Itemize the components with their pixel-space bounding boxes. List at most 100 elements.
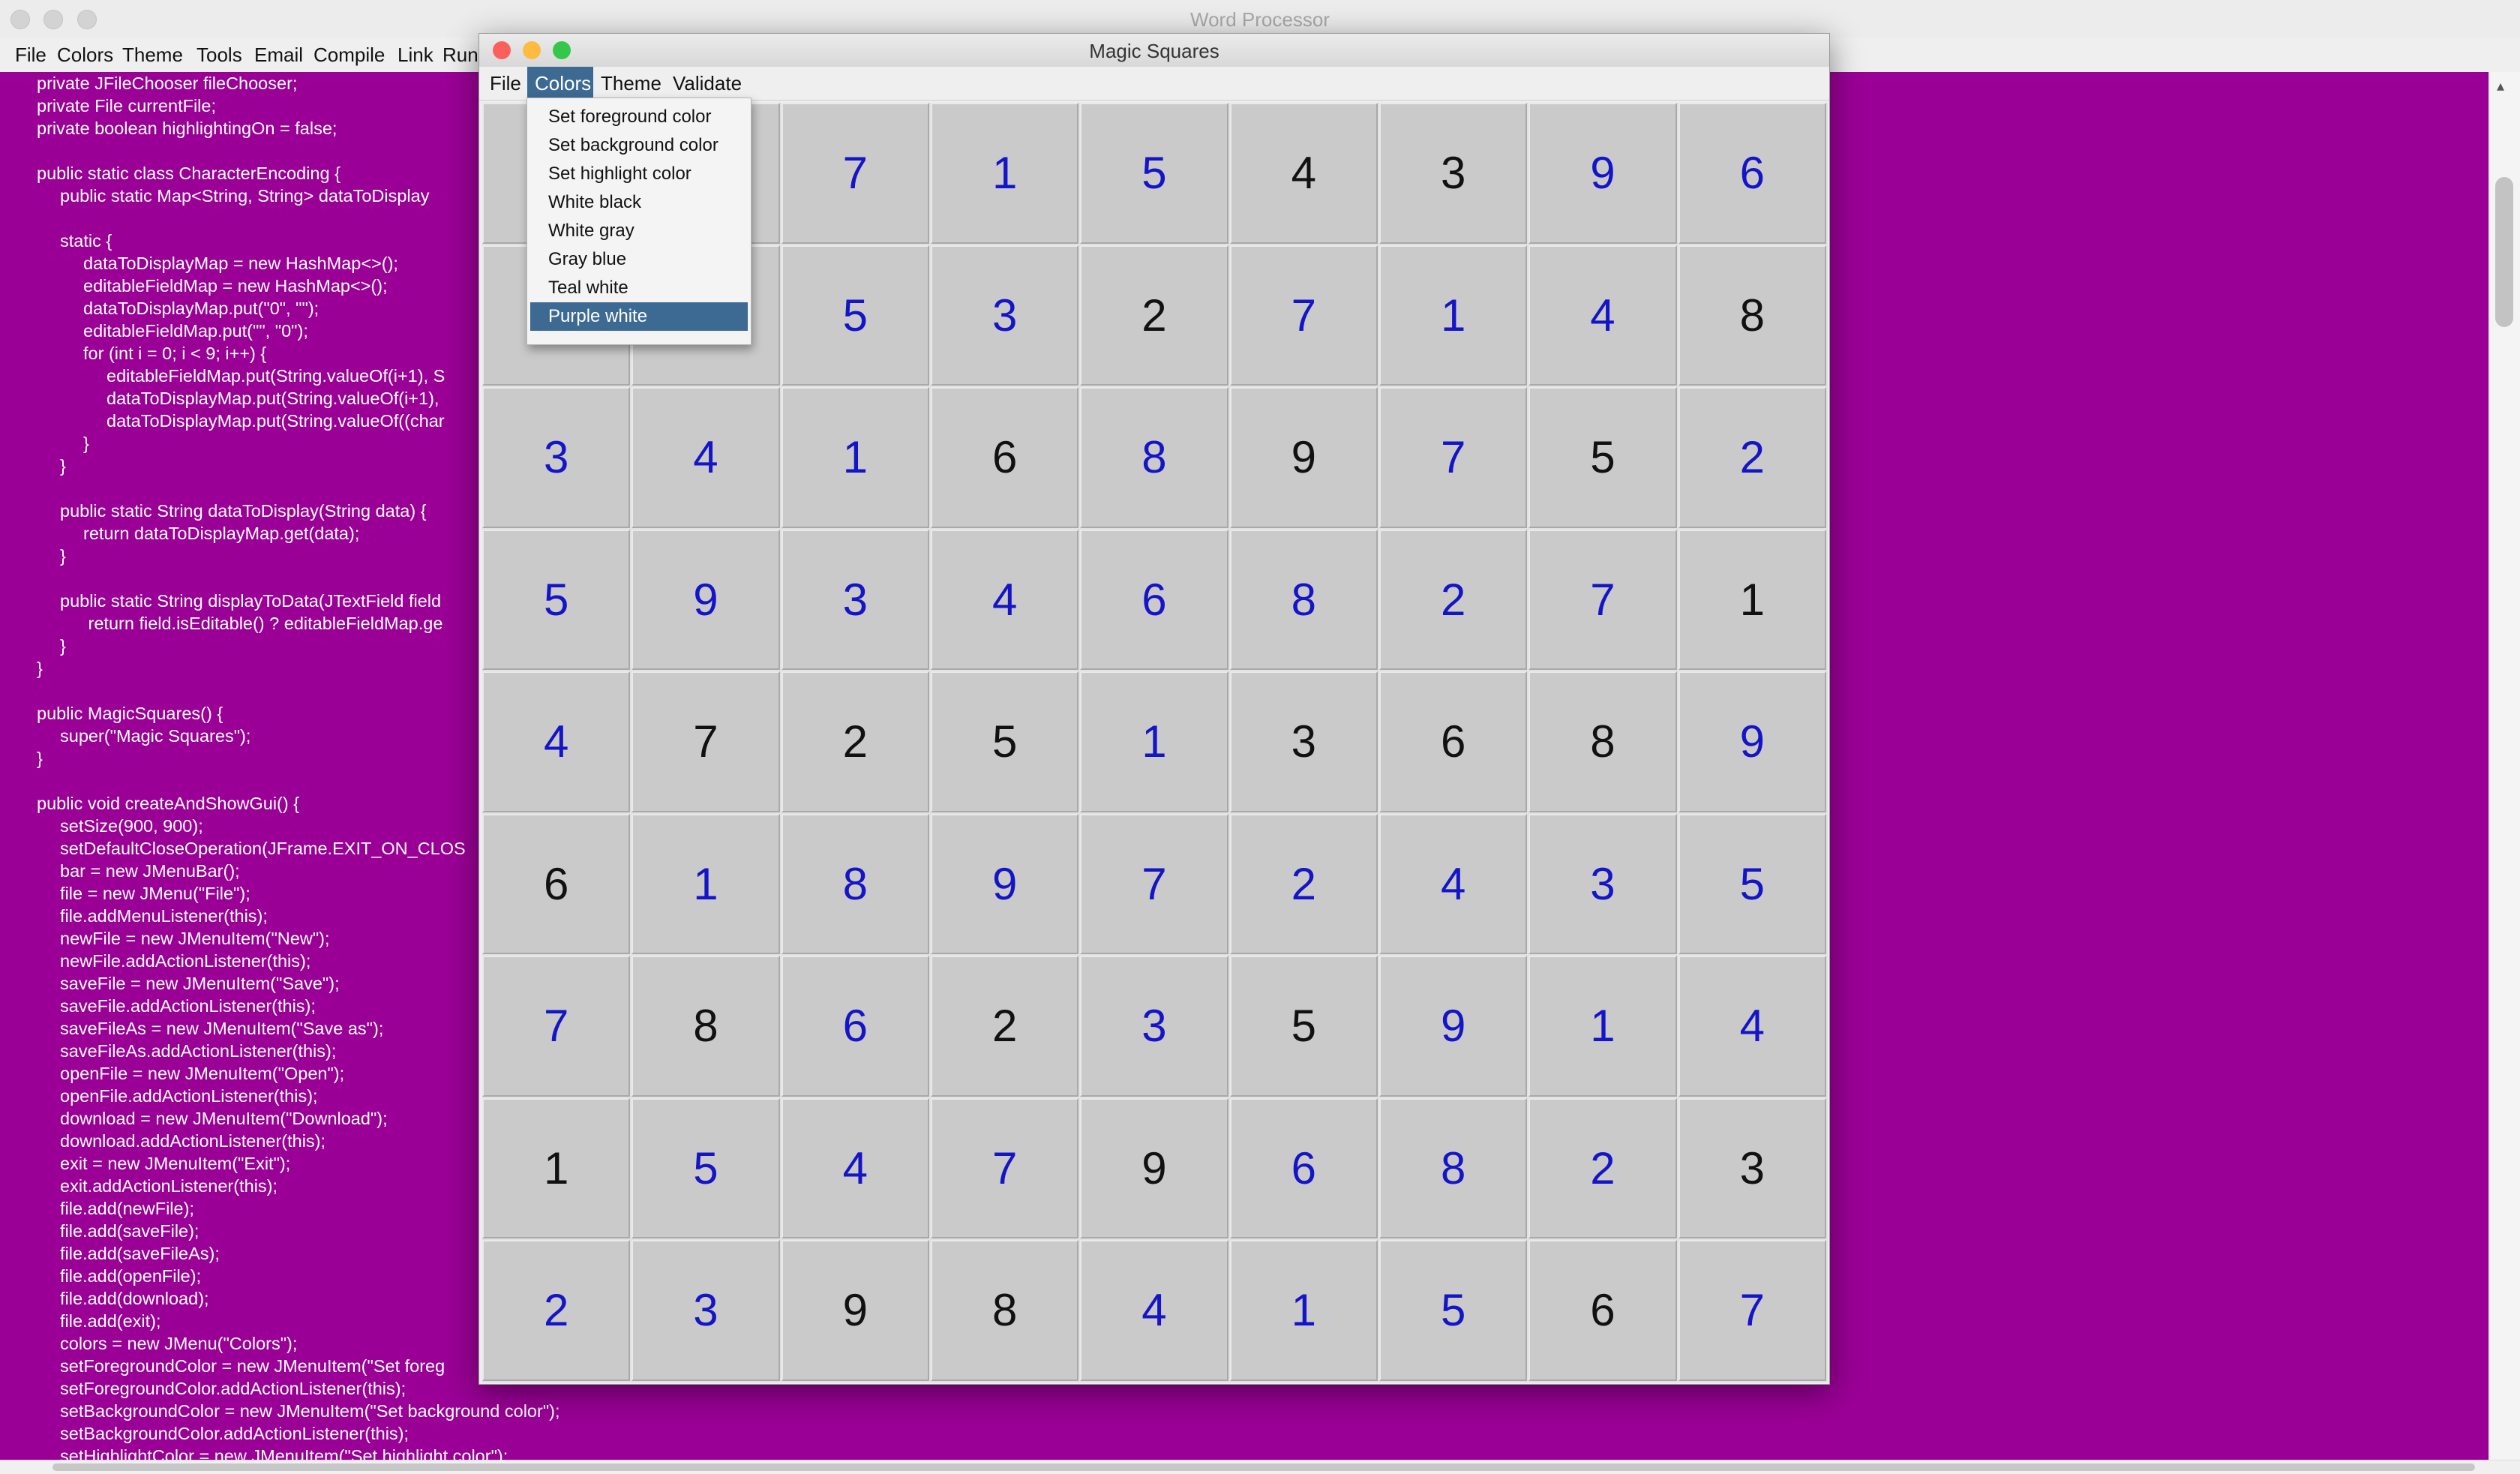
code-line: public static Map<String, String> dataTo… (60, 186, 430, 206)
grid-cell[interactable]: 5 (781, 245, 929, 386)
code-line: saveFileAs.addActionListener(this); (60, 1041, 337, 1061)
grid-cell[interactable]: 7 (930, 1097, 1079, 1238)
grid-cell[interactable]: 2 (1678, 387, 1826, 528)
grid-cell[interactable]: 6 (1678, 103, 1826, 244)
menu-item-gray-blue[interactable]: Gray blue (530, 245, 748, 274)
grid-cell[interactable]: 4 (1080, 1240, 1228, 1381)
grid-cell[interactable]: 4 (482, 671, 631, 812)
grid-cell[interactable]: 5 (632, 1097, 780, 1238)
menu-item-set-foreground-color[interactable]: Set foreground color (530, 103, 748, 131)
grid-cell[interactable]: 3 (1528, 813, 1677, 954)
grid-cell[interactable]: 1 (781, 387, 929, 528)
grid-cell[interactable]: 5 (1678, 813, 1826, 954)
magic-squares-menubar: File Colors Theme Validate (479, 67, 1829, 101)
grid-cell[interactable]: 1 (1229, 1240, 1378, 1381)
grid-cell[interactable]: 6 (781, 956, 929, 1097)
menu-file[interactable]: File (15, 38, 46, 72)
grid-cell[interactable]: 5 (1080, 103, 1228, 244)
code-line: download.addActionListener(this); (60, 1131, 326, 1151)
menu-tools[interactable]: Tools (196, 38, 242, 72)
grid-cell[interactable]: 7 (781, 103, 929, 244)
menu-theme[interactable]: Theme (122, 38, 183, 72)
code-line: download = new JMenuItem("Download"); (60, 1109, 388, 1128)
grid-cell[interactable]: 3 (781, 529, 929, 670)
menu-item-white-gray[interactable]: White gray (530, 217, 748, 245)
menu-colors[interactable]: Colors (57, 38, 113, 72)
grid-cell[interactable]: 8 (1080, 387, 1228, 528)
scrollbar-thumb[interactable] (2495, 177, 2513, 327)
grid-cell[interactable]: 7 (1080, 813, 1228, 954)
menu-item-purple-white[interactable]: Purple white (530, 302, 748, 331)
menu-theme[interactable]: Theme (593, 67, 669, 100)
grid-cell[interactable]: 4 (930, 529, 1079, 670)
scroll-up-icon[interactable]: ▴ (2497, 77, 2504, 95)
grid-cell[interactable]: 2 (1229, 813, 1378, 954)
code-line: newFile.addActionListener(this); (60, 951, 311, 971)
menu-item-set-background-color[interactable]: Set background color (530, 131, 748, 160)
code-line: } (83, 434, 89, 453)
menu-item-set-highlight-color[interactable]: Set highlight color (530, 160, 748, 188)
grid-cell[interactable]: 9 (1528, 103, 1677, 244)
grid-cell[interactable]: 6 (1229, 1097, 1378, 1238)
grid-cell[interactable]: 2 (482, 1240, 631, 1381)
menu-run[interactable]: Run (442, 38, 478, 72)
grid-cell[interactable]: 3 (482, 387, 631, 528)
grid-cell[interactable]: 4 (1528, 245, 1677, 386)
vertical-scrollbar[interactable]: ▴ (2488, 72, 2520, 1460)
grid-cell[interactable]: 8 (1229, 529, 1378, 670)
grid-cell[interactable]: 7 (1528, 529, 1677, 670)
grid-cell[interactable]: 7 (1229, 245, 1378, 386)
code-line: exit = new JMenuItem("Exit"); (60, 1154, 291, 1173)
grid-cell: 5 (930, 671, 1079, 812)
code-line: file.add(openFile); (60, 1266, 202, 1286)
grid-cell: 2 (1080, 245, 1228, 386)
grid-cell[interactable]: 7 (482, 956, 631, 1097)
grid-cell[interactable]: 3 (930, 245, 1079, 386)
menu-item-white-black[interactable]: White black (530, 188, 748, 217)
grid-cell[interactable]: 5 (482, 529, 631, 670)
grid-cell[interactable]: 1 (930, 103, 1079, 244)
code-line: file.add(saveFileAs); (60, 1244, 220, 1263)
menu-colors[interactable]: Colors (527, 67, 593, 100)
grid-cell[interactable]: 4 (632, 387, 780, 528)
grid-cell: 9 (1229, 387, 1378, 528)
grid-cell[interactable]: 4 (1378, 813, 1528, 954)
grid-cell[interactable]: 5 (1378, 1240, 1528, 1381)
grid-cell[interactable]: 3 (1080, 956, 1228, 1097)
grid-cell: 6 (930, 387, 1079, 528)
grid-cell[interactable]: 8 (1378, 1097, 1528, 1238)
menu-compile[interactable]: Compile (314, 38, 385, 72)
grid-cell[interactable]: 1 (1378, 245, 1528, 386)
grid-cell[interactable]: 4 (1678, 956, 1826, 1097)
code-line: setForegroundColor = new JMenuItem("Set … (60, 1356, 446, 1376)
grid-cell[interactable]: 9 (632, 529, 780, 670)
menu-validate[interactable]: Validate (665, 67, 749, 100)
code-line: } (60, 546, 66, 566)
code-line: static { (60, 231, 112, 251)
code-line: openFile = new JMenuItem("Open"); (60, 1064, 345, 1083)
grid-cell[interactable]: 7 (1678, 1240, 1826, 1381)
grid-cell[interactable]: 1 (632, 813, 780, 954)
grid-cell[interactable]: 1 (1528, 956, 1677, 1097)
grid-cell[interactable]: 4 (781, 1097, 929, 1238)
grid-cell[interactable]: 7 (1378, 387, 1528, 528)
grid-cell[interactable]: 3 (632, 1240, 780, 1381)
menu-file[interactable]: File (482, 67, 529, 100)
grid-cell[interactable]: 2 (1378, 529, 1528, 670)
code-line: private boolean highlightingOn = false; (37, 119, 338, 138)
menu-link[interactable]: Link (398, 38, 434, 72)
grid-cell[interactable]: 9 (1678, 671, 1826, 812)
code-line: saveFile.addActionListener(this); (60, 996, 316, 1016)
code-line: editableFieldMap.put("", "0"); (83, 321, 308, 341)
horizontal-scrollbar-thumb[interactable] (52, 1463, 2475, 1471)
menu-item-teal-white[interactable]: Teal white (530, 274, 748, 302)
grid-cell[interactable]: 9 (930, 813, 1079, 954)
grid-cell[interactable]: 2 (1528, 1097, 1677, 1238)
grid-cell[interactable]: 1 (1080, 671, 1228, 812)
grid-cell[interactable]: 6 (1080, 529, 1228, 670)
menu-email[interactable]: Email (254, 38, 303, 72)
horizontal-scrollbar[interactable] (0, 1460, 2520, 1474)
grid-cell[interactable]: 9 (1378, 956, 1528, 1097)
code-line: openFile.addActionListener(this); (60, 1086, 318, 1106)
grid-cell[interactable]: 8 (781, 813, 929, 954)
